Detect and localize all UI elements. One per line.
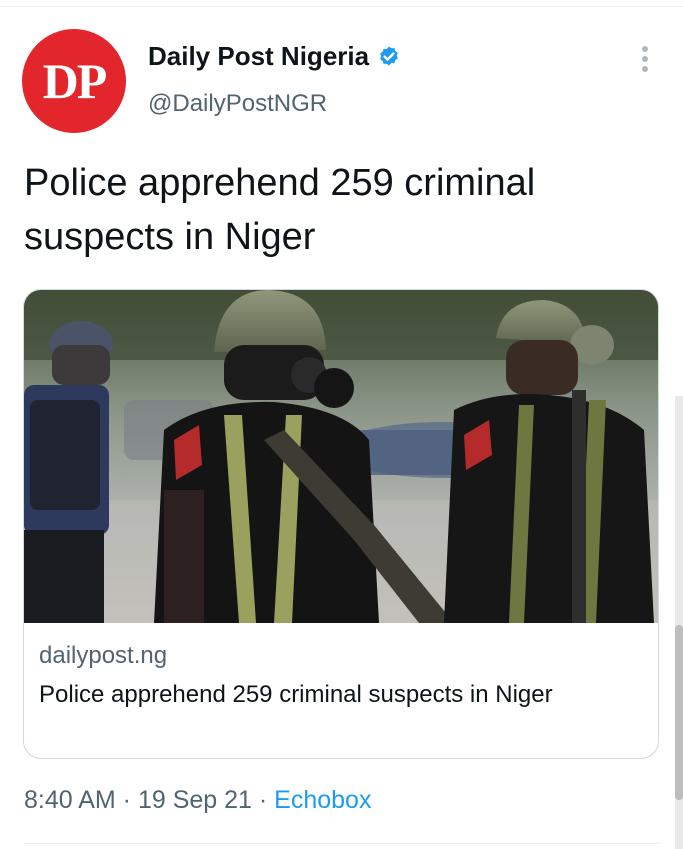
meta-separator: · <box>115 786 138 814</box>
tweet-source-link[interactable]: Echobox <box>274 786 371 814</box>
link-card-image <box>24 290 658 623</box>
link-card-domain: dailypost.ng <box>39 642 168 669</box>
bottom-divider <box>24 843 660 844</box>
meta-separator: · <box>251 786 275 814</box>
tweet-meta: 8:40 AM · 19 Sep 21 · Echobox <box>24 786 371 815</box>
author-name-row: Daily Post Nigeria <box>148 41 401 72</box>
more-options-icon[interactable] <box>636 44 654 74</box>
link-card-title: Police apprehend 259 criminal suspects i… <box>39 681 553 708</box>
author-display-name[interactable]: Daily Post Nigeria <box>148 41 369 72</box>
avatar[interactable]: DP <box>22 29 126 133</box>
link-preview-card[interactable]: dailypost.ng Police apprehend 259 crimin… <box>23 289 659 759</box>
scrollbar-thumb[interactable] <box>675 625 683 800</box>
verified-badge-icon <box>377 45 401 69</box>
author-handle[interactable]: @DailyPostNGR <box>148 90 327 118</box>
avatar-text: DP <box>42 53 108 109</box>
top-divider <box>0 6 683 7</box>
link-card-body: dailypost.ng Police apprehend 259 crimin… <box>39 641 639 713</box>
tweet-time[interactable]: 8:40 AM <box>24 786 116 814</box>
tweet-date[interactable]: 19 Sep 21 <box>138 786 252 814</box>
tweet-text: Police apprehend 259 criminal suspects i… <box>24 162 536 258</box>
